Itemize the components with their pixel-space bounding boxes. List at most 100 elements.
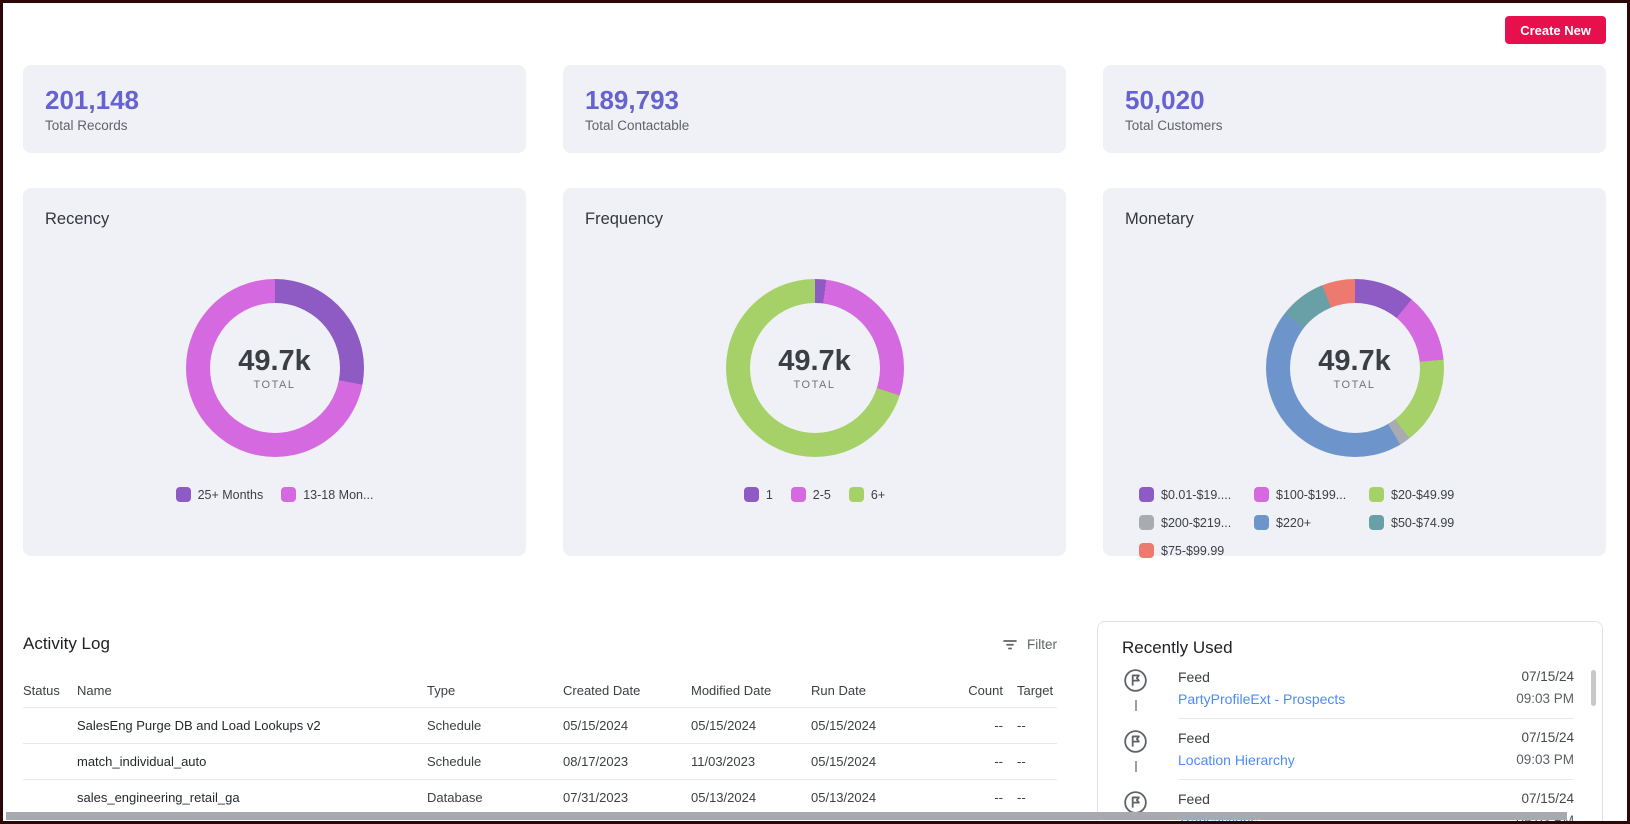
- row-count: --: [941, 790, 1003, 805]
- legend-label: 13-18 Mon...: [303, 488, 373, 502]
- row-count: --: [941, 718, 1003, 733]
- donut-center: 49.7k TOTAL: [186, 279, 364, 457]
- legend-item[interactable]: 2-5: [791, 487, 831, 502]
- row-created: 07/31/2023: [563, 790, 691, 805]
- stat-value: 201,148: [45, 85, 504, 115]
- legend-label: 25+ Months: [198, 488, 264, 502]
- activity-log-section: Activity Log Filter Status Name Type Cre…: [23, 629, 1057, 816]
- activity-log-table: Status Name Type Created Date Modified D…: [23, 674, 1057, 816]
- recently-used-item: Feed Location Hierarchy 07/15/24 09:03 P…: [1122, 719, 1578, 780]
- col-header-type: Type: [427, 683, 563, 698]
- item-time: 09:03 PM: [1516, 750, 1574, 770]
- table-row[interactable]: match_individual_auto Schedule 08/17/202…: [23, 744, 1057, 780]
- legend-item[interactable]: $75-$99.99: [1139, 543, 1254, 558]
- row-created: 08/17/2023: [563, 754, 691, 769]
- legend-item[interactable]: $20-$49.99: [1369, 487, 1484, 502]
- create-new-button[interactable]: Create New: [1505, 16, 1606, 44]
- legend-item[interactable]: 1: [744, 487, 773, 502]
- filter-button[interactable]: Filter: [1001, 635, 1057, 653]
- col-header-status: Status: [23, 683, 77, 698]
- legend-swatch: [1254, 515, 1269, 530]
- legend-item[interactable]: 6+: [849, 487, 885, 502]
- stat-label: Total Records: [45, 118, 504, 133]
- legend-swatch: [1254, 487, 1269, 502]
- legend-item[interactable]: 13-18 Mon...: [281, 487, 373, 502]
- stat-card-total-customers: 50,020 Total Customers: [1103, 65, 1606, 153]
- timeline-connector: [1135, 761, 1137, 772]
- legend-item[interactable]: $0.01-$19....: [1139, 487, 1254, 502]
- row-target: --: [1003, 754, 1057, 769]
- item-type: Feed: [1178, 667, 1516, 687]
- chart-title: Frequency: [585, 210, 1044, 229]
- item-type: Feed: [1178, 728, 1516, 748]
- legend-swatch: [281, 487, 296, 502]
- legend-item[interactable]: $220+: [1254, 515, 1369, 530]
- charts-row: Recency 49.7k TOTAL 25+ Months 13-18 Mon…: [23, 188, 1606, 556]
- row-run: 05/13/2024: [811, 790, 941, 805]
- table-row[interactable]: SalesEng Purge DB and Load Lookups v2 Sc…: [23, 708, 1057, 744]
- col-header-modified: Modified Date: [691, 683, 811, 698]
- table-row[interactable]: sales_engineering_retail_ga Database 07/…: [23, 780, 1057, 816]
- item-type: Feed: [1178, 789, 1516, 809]
- row-target: --: [1003, 718, 1057, 733]
- item-link[interactable]: PartyProfileExt - Prospects: [1178, 689, 1345, 709]
- row-type: Schedule: [427, 718, 563, 733]
- row-modified: 11/03/2023: [691, 754, 811, 769]
- recently-used-item: Feed PartyProfileExt - Prospects 07/15/2…: [1122, 658, 1578, 719]
- monetary-donut-chart[interactable]: 49.7k TOTAL: [1266, 279, 1444, 457]
- filter-label: Filter: [1027, 637, 1057, 652]
- horizontal-scrollbar[interactable]: [6, 812, 1567, 820]
- row-name: SalesEng Purge DB and Load Lookups v2: [77, 718, 427, 733]
- stats-row: 201,148 Total Records 189,793 Total Cont…: [23, 65, 1606, 153]
- item-date: 07/15/24: [1516, 728, 1574, 748]
- donut-total: 49.7k: [238, 345, 311, 377]
- row-name: match_individual_auto: [77, 754, 427, 769]
- donut-total-label: TOTAL: [254, 379, 296, 391]
- timeline-connector: [1135, 700, 1137, 711]
- stat-card-total-records: 201,148 Total Records: [23, 65, 526, 153]
- col-header-name: Name: [77, 683, 427, 698]
- feed-icon: [1122, 667, 1178, 694]
- activity-log-title: Activity Log: [23, 634, 110, 654]
- col-header-created: Created Date: [563, 683, 691, 698]
- legend-label: $20-$49.99: [1391, 488, 1454, 502]
- stat-label: Total Customers: [1125, 118, 1584, 133]
- recency-chart-card: Recency 49.7k TOTAL 25+ Months 13-18 Mon…: [23, 188, 526, 556]
- chart-title: Monetary: [1125, 210, 1584, 229]
- legend-item[interactable]: 25+ Months: [176, 487, 264, 502]
- item-time: 09:03 PM: [1516, 689, 1574, 709]
- legend-swatch: [1369, 515, 1384, 530]
- item-link[interactable]: Location Hierarchy: [1178, 750, 1295, 770]
- legend-label: 6+: [871, 488, 885, 502]
- recency-legend: 25+ Months 13-18 Mon...: [45, 487, 504, 502]
- donut-total: 49.7k: [1318, 345, 1391, 377]
- legend-swatch: [744, 487, 759, 502]
- donut-center: 49.7k TOTAL: [726, 279, 904, 457]
- stat-label: Total Contactable: [585, 118, 1044, 133]
- row-run: 05/15/2024: [811, 718, 941, 733]
- legend-label: 1: [766, 488, 773, 502]
- frequency-donut-chart[interactable]: 49.7k TOTAL: [726, 279, 904, 457]
- donut-total: 49.7k: [778, 345, 851, 377]
- recently-used-scrollbar[interactable]: [1591, 670, 1596, 706]
- legend-label: $75-$99.99: [1161, 544, 1224, 558]
- recently-used-title: Recently Used: [1122, 638, 1578, 658]
- legend-swatch: [1139, 515, 1154, 530]
- recency-donut-chart[interactable]: 49.7k TOTAL: [186, 279, 364, 457]
- legend-swatch: [1139, 543, 1154, 558]
- col-header-target: Target: [1003, 683, 1057, 698]
- legend-item[interactable]: $100-$199...: [1254, 487, 1369, 502]
- col-header-count: Count: [941, 683, 1003, 698]
- legend-swatch: [1369, 487, 1384, 502]
- legend-swatch: [849, 487, 864, 502]
- item-date: 07/15/24: [1516, 667, 1574, 687]
- chart-title: Recency: [45, 210, 504, 229]
- table-header-row: Status Name Type Created Date Modified D…: [23, 674, 1057, 708]
- feed-icon: [1122, 728, 1178, 755]
- legend-label: $100-$199...: [1276, 488, 1346, 502]
- legend-item[interactable]: $50-$74.99: [1369, 515, 1484, 530]
- row-name: sales_engineering_retail_ga: [77, 790, 427, 805]
- row-type: Schedule: [427, 754, 563, 769]
- legend-item[interactable]: $200-$219...: [1139, 515, 1254, 530]
- dashboard-page: Create New 201,148 Total Records 189,793…: [0, 0, 1630, 824]
